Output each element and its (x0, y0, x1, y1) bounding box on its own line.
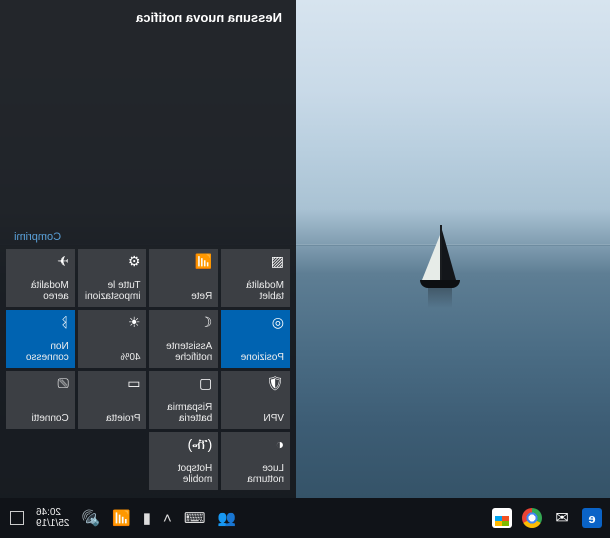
store-app-icon[interactable] (492, 508, 512, 528)
quick-action-location[interactable]: ◎ Posizione (221, 310, 290, 368)
collapse-button[interactable]: Comprimi (0, 225, 296, 249)
network-label: Rete (156, 291, 213, 302)
taskbar-clock[interactable]: 20:46 25/1/19 (36, 507, 69, 530)
mobile-hotspot-icon: (ዀ) (156, 437, 213, 453)
taskbar: e ✉ 👥 ⌨ ˄ ▮ 📶 🔊 20:46 25/1/19 (0, 498, 610, 538)
airplane-mode-label: Modalità aereo (12, 280, 69, 302)
people-icon[interactable]: 👥 (217, 509, 236, 527)
action-center-button[interactable] (10, 511, 24, 525)
location-label: Posizione (227, 352, 284, 363)
battery-saver-label: Risparmia batteria (156, 402, 213, 424)
network-icon: 📶 (156, 254, 213, 270)
focus-assist-icon: ☾ (156, 315, 213, 331)
clock-date: 25/1/19 (36, 518, 69, 530)
quick-action-empty-1 (78, 432, 147, 490)
project-icon: ▭ (84, 376, 141, 392)
battery-icon[interactable]: ▮ (143, 509, 151, 527)
project-label: Proietta (84, 413, 141, 424)
focus-assist-label: Assistente notifiche (156, 341, 213, 363)
action-center-header: Nessuna nuova notifica (0, 0, 296, 35)
quick-action-vpn[interactable]: 🛡 VPN (221, 371, 290, 429)
vpn-icon: 🛡 (227, 376, 284, 392)
mobile-hotspot-label: Hotspot mobile (156, 463, 213, 485)
wifi-icon[interactable]: 📶 (112, 509, 131, 527)
connect-icon: ⎚ (12, 376, 69, 392)
battery-saver-icon: ▢ (156, 376, 213, 392)
volume-icon[interactable]: 🔊 (81, 509, 100, 527)
brightness-icon: ☀ (84, 315, 141, 331)
tablet-mode-label: Modalità tablet (227, 280, 284, 302)
clock-time: 20:46 (36, 507, 69, 519)
quick-action-empty-2 (6, 432, 75, 490)
night-light-icon: ◐ (227, 437, 284, 453)
bluetooth-icon: ᛒ (12, 315, 69, 331)
quick-action-airplane-mode[interactable]: ✈ Modalità aereo (6, 249, 75, 307)
quick-action-brightness[interactable]: ☀ 40% (78, 310, 147, 368)
brightness-label: 40% (84, 352, 141, 363)
mail-app-icon[interactable]: ✉ (552, 508, 572, 528)
all-settings-icon: ⚙ (84, 254, 141, 270)
quick-action-battery-saver[interactable]: ▢ Risparmia batteria (150, 371, 219, 429)
connect-label: Connetti (12, 413, 69, 424)
chrome-app-icon[interactable] (522, 508, 542, 528)
keyboard-icon[interactable]: ⌨ (184, 509, 206, 527)
chevron-up-icon[interactable]: ˄ (163, 510, 172, 527)
tablet-mode-icon: ▧ (227, 254, 284, 270)
airplane-mode-icon: ✈ (12, 254, 69, 270)
location-icon: ◎ (227, 315, 284, 331)
quick-action-connect[interactable]: ⎚ Connetti (6, 371, 75, 429)
bluetooth-label: Non connesso (12, 341, 69, 363)
all-settings-label: Tutte le impostazioni (84, 280, 141, 302)
quick-action-night-light[interactable]: ◐ Luce notturna (221, 432, 290, 490)
quick-action-tablet-mode[interactable]: ▧ Modalità tablet (221, 249, 290, 307)
vpn-label: VPN (227, 413, 284, 424)
edge-app-icon[interactable]: e (582, 508, 602, 528)
quick-action-project[interactable]: ▭ Proietta (78, 371, 147, 429)
quick-action-network[interactable]: 📶 Rete (150, 249, 219, 307)
night-light-label: Luce notturna (227, 463, 284, 485)
quick-action-bluetooth[interactable]: ᛒ Non connesso (6, 310, 75, 368)
quick-action-mobile-hotspot[interactable]: (ዀ) Hotspot mobile (150, 432, 219, 490)
action-center-panel: Nessuna nuova notifica Comprimi ▧ Modalit… (0, 0, 296, 498)
quick-actions-grid: ▧ Modalità tablet 📶 Rete ⚙ Tutte le impostazi… (0, 249, 296, 498)
quick-action-focus-assist[interactable]: ☾ Assistente notifiche (150, 310, 219, 368)
quick-action-all-settings[interactable]: ⚙ Tutte le impostazioni (78, 249, 147, 307)
